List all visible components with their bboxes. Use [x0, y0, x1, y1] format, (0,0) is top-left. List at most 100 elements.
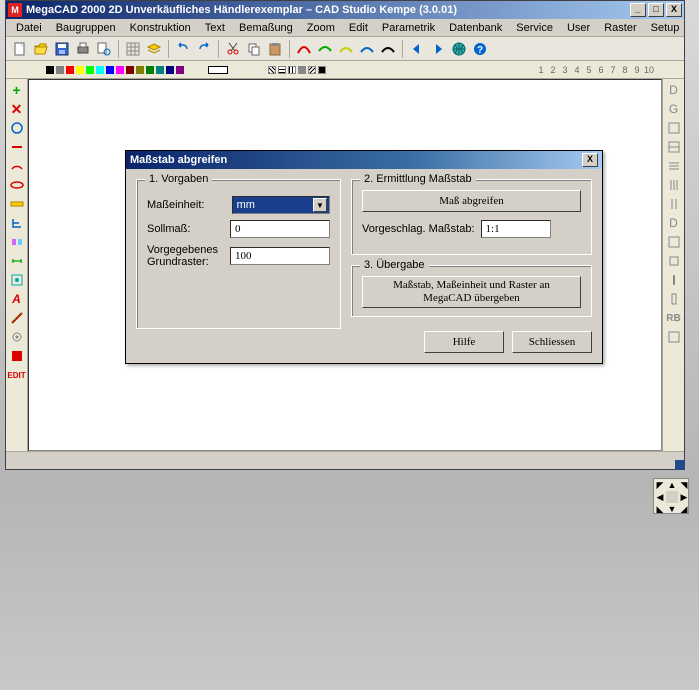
pan-up-icon[interactable]: ▲	[666, 479, 678, 491]
dialog-close-button[interactable]: X	[582, 153, 598, 167]
dialog-title-bar[interactable]: Maßstab abgreifen X	[126, 151, 602, 169]
menu-baugruppen[interactable]: Baugruppen	[50, 20, 122, 36]
color-swatch[interactable]	[76, 66, 84, 74]
color-swatch[interactable]	[156, 66, 164, 74]
tb-globe[interactable]	[449, 39, 469, 59]
tb-new[interactable]	[10, 39, 30, 59]
tool-circle-icon[interactable]	[8, 119, 26, 137]
tool-clamp-icon[interactable]	[8, 214, 26, 232]
layer-num[interactable]: 9	[632, 65, 642, 75]
color-swatch[interactable]	[106, 66, 114, 74]
menu-text[interactable]: Text	[199, 20, 231, 36]
maximize-button[interactable]: □	[648, 3, 664, 17]
tb-print[interactable]	[73, 39, 93, 59]
pan-left-icon[interactable]: ◀	[654, 491, 666, 503]
tool-diag-icon[interactable]	[8, 309, 26, 327]
menu-service[interactable]: Service	[510, 20, 559, 36]
tool-line-icon[interactable]	[8, 138, 26, 156]
tb-copy[interactable]	[244, 39, 264, 59]
layer-num[interactable]: 6	[596, 65, 606, 75]
color-swatch[interactable]	[126, 66, 134, 74]
pick-measure-button[interactable]: Maß abgreifen	[362, 190, 581, 212]
tb-back[interactable]	[407, 39, 427, 59]
tool-add-icon[interactable]: +	[8, 81, 26, 99]
pan-ne-icon[interactable]: ◥	[678, 479, 690, 491]
tb-curve-green[interactable]	[315, 39, 335, 59]
tool-link-icon[interactable]	[8, 271, 26, 289]
tool-measure-icon[interactable]	[8, 195, 26, 213]
sollmass-input[interactable]	[230, 220, 330, 238]
tool-arc-icon[interactable]	[8, 157, 26, 175]
rtool-box5-icon[interactable]	[665, 328, 683, 346]
help-button[interactable]: Hilfe	[424, 331, 504, 353]
tb-curve-red[interactable]	[294, 39, 314, 59]
rtool-box2-icon[interactable]	[665, 138, 683, 156]
rtool-d-icon[interactable]: D	[665, 81, 683, 99]
tool-dim-icon[interactable]	[8, 252, 26, 270]
layer-num[interactable]: 3	[560, 65, 570, 75]
rtool-i2-icon[interactable]	[665, 290, 683, 308]
hatch-pattern[interactable]	[268, 66, 276, 74]
layer-num[interactable]: 4	[572, 65, 582, 75]
tool-equal-icon[interactable]	[8, 233, 26, 251]
rtool-g-icon[interactable]: G	[665, 100, 683, 118]
tool-gear-icon[interactable]	[8, 328, 26, 346]
minimize-button[interactable]: _	[630, 3, 646, 17]
linestyle-selector[interactable]	[208, 66, 228, 74]
color-swatch[interactable]	[146, 66, 154, 74]
pan-sw-icon[interactable]: ◣	[654, 503, 666, 515]
tb-save[interactable]	[52, 39, 72, 59]
tb-paste[interactable]	[265, 39, 285, 59]
pan-se-icon[interactable]: ◢	[678, 503, 690, 515]
menu-datenbank[interactable]: Datenbank	[443, 20, 508, 36]
pan-center-icon[interactable]	[666, 491, 678, 503]
pan-nw-icon[interactable]: ◤	[654, 479, 666, 491]
rtool-vbars-icon[interactable]	[665, 176, 683, 194]
tb-redo[interactable]	[194, 39, 214, 59]
color-swatch[interactable]	[96, 66, 104, 74]
hatch-pattern[interactable]	[318, 66, 326, 74]
layer-num[interactable]: 5	[584, 65, 594, 75]
menu-edit[interactable]: Edit	[343, 20, 374, 36]
color-swatch[interactable]	[176, 66, 184, 74]
color-swatch[interactable]	[46, 66, 54, 74]
tb-open[interactable]	[31, 39, 51, 59]
hatch-pattern[interactable]	[298, 66, 306, 74]
color-swatch[interactable]	[86, 66, 94, 74]
rtool-box3-icon[interactable]	[665, 233, 683, 251]
menu-user[interactable]: User	[561, 20, 596, 36]
rtool-i1-icon[interactable]	[665, 271, 683, 289]
color-swatch[interactable]	[66, 66, 74, 74]
tool-delete-icon[interactable]: ✕	[8, 100, 26, 118]
hatch-pattern[interactable]	[278, 66, 286, 74]
menu-konstruktion[interactable]: Konstruktion	[124, 20, 197, 36]
layer-num[interactable]: 10	[644, 65, 654, 75]
suggest-scale-input[interactable]	[481, 220, 551, 238]
rtool-vbars2-icon[interactable]	[665, 195, 683, 213]
dialog-close-btn[interactable]: Schliessen	[512, 331, 592, 353]
color-swatch[interactable]	[166, 66, 174, 74]
menu-raster[interactable]: Raster	[598, 20, 642, 36]
tb-cut[interactable]	[223, 39, 243, 59]
close-button[interactable]: X	[666, 3, 682, 17]
color-swatch[interactable]	[56, 66, 64, 74]
tool-redraw-icon[interactable]	[8, 347, 26, 365]
hatch-pattern[interactable]	[288, 66, 296, 74]
menu-parametrik[interactable]: Parametrik	[376, 20, 441, 36]
tb-curve-blue[interactable]	[357, 39, 377, 59]
tb-layer[interactable]	[144, 39, 164, 59]
transfer-button[interactable]: Maßstab, Maßeinheit und Raster an MegaCA…	[362, 276, 581, 308]
menu-zoom[interactable]: Zoom	[301, 20, 341, 36]
rtool-box-icon[interactable]	[665, 119, 683, 137]
raster-input[interactable]	[230, 247, 330, 265]
title-bar[interactable]: M MegaCAD 2000 2D Unverkäufliches Händle…	[6, 1, 684, 19]
rtool-rb-icon[interactable]: RB	[665, 309, 683, 327]
tb-curve-yellow[interactable]	[336, 39, 356, 59]
tool-ellipse-icon[interactable]	[8, 176, 26, 194]
tb-preview[interactable]	[94, 39, 114, 59]
tool-edit-text[interactable]: EDIT	[8, 366, 26, 384]
layer-num[interactable]: 2	[548, 65, 558, 75]
unit-select[interactable]: mm ▼	[232, 196, 330, 214]
tb-help[interactable]: ?	[470, 39, 490, 59]
layer-num[interactable]: 8	[620, 65, 630, 75]
